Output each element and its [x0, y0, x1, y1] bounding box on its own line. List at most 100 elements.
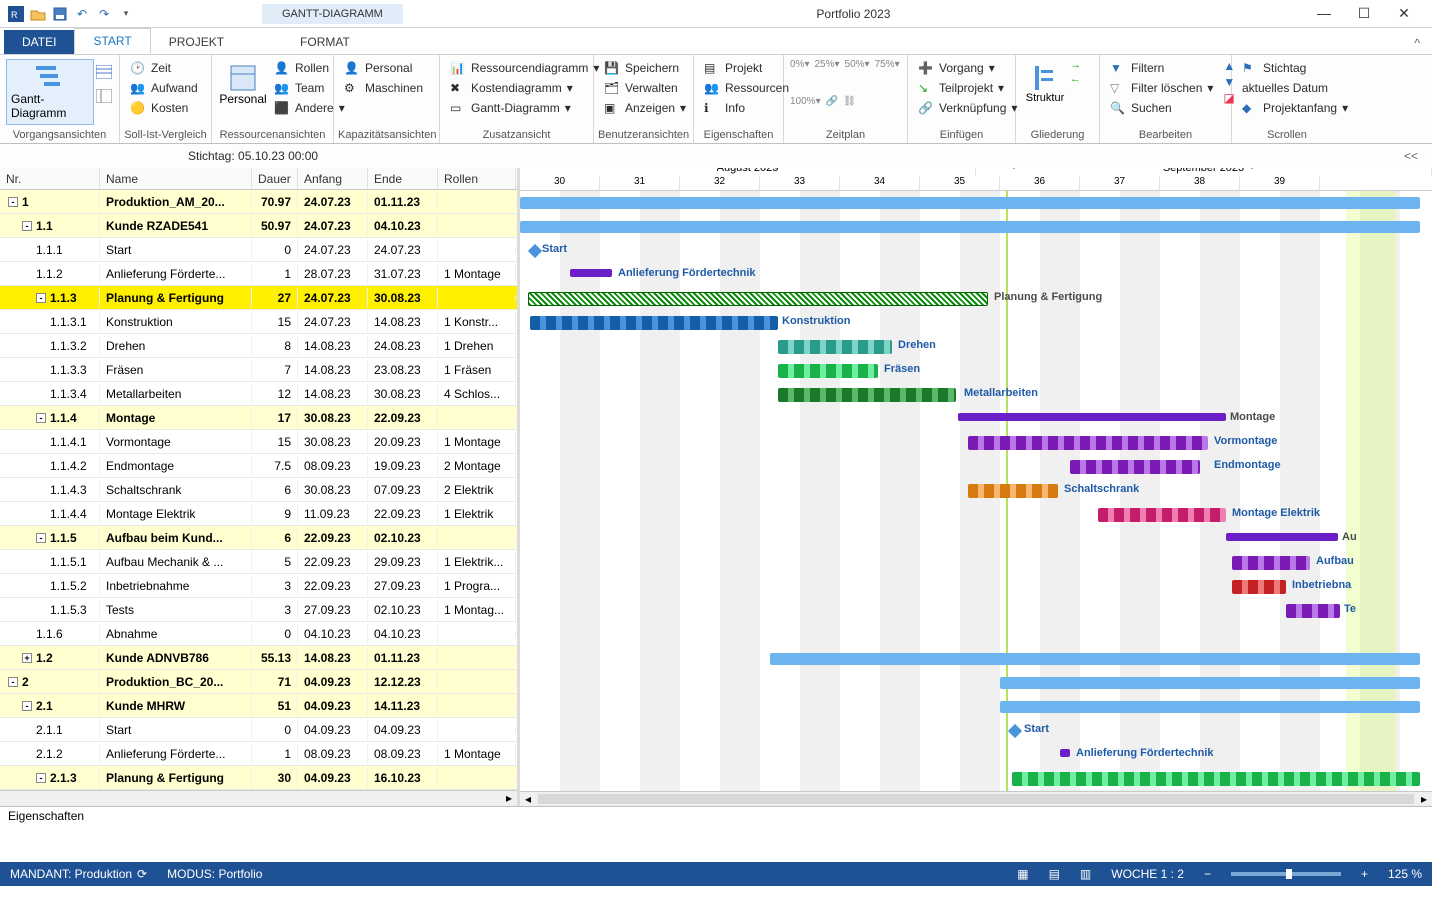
- personal-big-button[interactable]: Personal: [218, 59, 268, 111]
- table-row[interactable]: -1Produktion_AM_20...70.9724.07.2301.11.…: [0, 190, 517, 214]
- aufwand-button[interactable]: 👥Aufwand: [126, 79, 202, 97]
- table-row[interactable]: 1.1.4.2Endmontage7.508.09.2319.09.232 Mo…: [0, 454, 517, 478]
- gantt-bar[interactable]: [968, 484, 1058, 498]
- gantt-bar[interactable]: [1232, 556, 1310, 570]
- suchen-button[interactable]: 🔍Suchen: [1106, 99, 1217, 117]
- col-header-dauer[interactable]: Dauer: [252, 168, 298, 189]
- table-row[interactable]: 1.1.1Start024.07.2324.07.23: [0, 238, 517, 262]
- table-row[interactable]: 1.1.4.1Vormontage1530.08.2320.09.231 Mon…: [0, 430, 517, 454]
- gantt-row[interactable]: Start: [520, 239, 1432, 263]
- gantt-row[interactable]: Konstruktion: [520, 311, 1432, 335]
- gantt-bar[interactable]: [1098, 508, 1226, 522]
- gantt-row[interactable]: [520, 215, 1432, 239]
- unlink-icon[interactable]: ⛓: [843, 96, 856, 107]
- gantt-bar[interactable]: [528, 292, 988, 306]
- close-button[interactable]: ✕: [1384, 5, 1424, 22]
- table-row[interactable]: 1.1.5.1Aufbau Mechanik & ...522.09.2329.…: [0, 550, 517, 574]
- expand-icon[interactable]: -: [8, 677, 18, 687]
- table-row[interactable]: 1.1.5.3Tests327.09.2302.10.231 Montag...: [0, 598, 517, 622]
- table-row[interactable]: 1.1.6Abnahme004.10.2304.10.23: [0, 622, 517, 646]
- gantt-row[interactable]: Start: [520, 719, 1432, 743]
- gantt-row[interactable]: [520, 767, 1432, 791]
- maschinen-button[interactable]: ⚙Maschinen: [340, 79, 427, 97]
- gantt-zusatz-button[interactable]: ▭Gantt-Diagramm ▾: [446, 99, 603, 117]
- table-row[interactable]: -1.1.3Planung & Fertigung2724.07.2330.08…: [0, 286, 517, 310]
- link-icon[interactable]: 🔗: [826, 96, 838, 107]
- milestone-diamond[interactable]: [528, 244, 542, 258]
- expand-icon[interactable]: -: [36, 773, 46, 783]
- table-row[interactable]: 1.1.3.3Fräsen714.08.2323.08.231 Fräsen: [0, 358, 517, 382]
- info-button[interactable]: ℹInfo: [700, 99, 793, 117]
- gantt-bar[interactable]: [1286, 604, 1340, 618]
- gantt-row[interactable]: [520, 671, 1432, 695]
- maximize-button[interactable]: ☐: [1344, 5, 1384, 22]
- view-icon-1[interactable]: ▦: [1017, 867, 1028, 881]
- list-view-icon[interactable]: [96, 89, 112, 103]
- col-header-rollen[interactable]: Rollen: [438, 168, 516, 189]
- table-row[interactable]: -2.1Kunde MHRW5104.09.2314.11.23: [0, 694, 517, 718]
- gantt-row[interactable]: Schaltschrank: [520, 479, 1432, 503]
- tab-datei[interactable]: DATEI: [4, 30, 74, 54]
- table-row[interactable]: -1.1.4Montage1730.08.2322.09.23: [0, 406, 517, 430]
- gantt-bar[interactable]: [1232, 580, 1286, 594]
- col-header-name[interactable]: Name: [100, 168, 252, 189]
- tab-format[interactable]: FORMAT: [282, 30, 368, 54]
- milestone-diamond[interactable]: [1008, 724, 1022, 738]
- gantt-row[interactable]: [520, 647, 1432, 671]
- grid-scroll-right-icon[interactable]: ▸: [501, 791, 517, 806]
- filter-loeschen-button[interactable]: ▽Filter löschen ▾: [1106, 79, 1217, 97]
- gantt-bar[interactable]: [1000, 701, 1420, 713]
- ressourcen-prop-button[interactable]: 👥Ressourcen: [700, 79, 793, 97]
- open-icon[interactable]: [30, 6, 46, 22]
- gantt-scroll-left-icon[interactable]: ◂: [520, 792, 536, 806]
- kostendia-button[interactable]: ✖Kostendiagramm ▾: [446, 79, 603, 97]
- col-header-anfang[interactable]: Anfang: [298, 168, 368, 189]
- gantt-bar[interactable]: [520, 221, 1420, 233]
- struktur-button[interactable]: Struktur: [1022, 59, 1068, 109]
- gantt-row[interactable]: Anlieferung Fördertechnik: [520, 263, 1432, 287]
- table-row[interactable]: 1.1.4.4Montage Elektrik911.09.2322.09.23…: [0, 502, 517, 526]
- verknuepfung-button[interactable]: 🔗Verknüpfung ▾: [914, 99, 1021, 117]
- gantt-bar[interactable]: [1070, 460, 1200, 474]
- gantt-scroll-right-icon[interactable]: ▸: [1416, 792, 1432, 806]
- zeitplan-constraints[interactable]: 0%▾25%▾50%▾75%▾100%▾ 🔗⛓: [784, 55, 907, 127]
- view-icon-2[interactable]: ▤: [1049, 867, 1060, 881]
- expand-icon[interactable]: -: [36, 293, 46, 303]
- zeit-button[interactable]: 🕑Zeit: [126, 59, 202, 77]
- table-row[interactable]: 1.1.3.2Drehen814.08.2324.08.231 Drehen: [0, 334, 517, 358]
- gantt-row[interactable]: Au: [520, 527, 1432, 551]
- grid-view-icon[interactable]: [96, 65, 112, 79]
- gantt-row[interactable]: Anlieferung Fördertechnik: [520, 743, 1432, 767]
- view-icon-3[interactable]: ▥: [1080, 867, 1091, 881]
- gantt-row[interactable]: Endmontage: [520, 455, 1432, 479]
- table-row[interactable]: 1.1.2Anlieferung Förderte...128.07.2331.…: [0, 262, 517, 286]
- ribbon-collapse-icon[interactable]: ^: [1402, 32, 1432, 54]
- table-row[interactable]: 1.1.3.1Konstruktion1524.07.2314.08.231 K…: [0, 310, 517, 334]
- minimize-button[interactable]: —: [1304, 5, 1344, 22]
- gantt-bar[interactable]: [778, 340, 892, 354]
- gantt-bar[interactable]: [520, 197, 1420, 209]
- aktuell-button[interactable]: aktuelles Datum: [1238, 79, 1352, 97]
- gantt-row[interactable]: Montage Elektrik: [520, 503, 1432, 527]
- stichtag-button[interactable]: ⚑Stichtag: [1238, 59, 1352, 77]
- expand-icon[interactable]: -: [22, 701, 32, 711]
- speichern-button[interactable]: 💾Speichern: [600, 59, 690, 77]
- gantt-bar[interactable]: [530, 316, 778, 330]
- expand-icon[interactable]: -: [22, 221, 32, 231]
- zoom-in-icon[interactable]: +: [1361, 867, 1368, 881]
- gantt-row[interactable]: Te: [520, 599, 1432, 623]
- personal-cap-button[interactable]: 👤Personal: [340, 59, 427, 77]
- table-row[interactable]: 1.1.5.2Inbetriebnahme322.09.2327.09.231 …: [0, 574, 517, 598]
- gantt-bar[interactable]: [570, 269, 612, 277]
- redo-icon[interactable]: ↷: [96, 6, 112, 22]
- filtern-button[interactable]: ▼Filtern: [1106, 59, 1217, 77]
- eigenschaften-panel-header[interactable]: Eigenschaften: [0, 806, 1432, 826]
- table-row[interactable]: 2.1.2Anlieferung Förderte...108.09.2308.…: [0, 742, 517, 766]
- refresh-icon[interactable]: ⟳: [137, 867, 147, 881]
- table-row[interactable]: 1.1.4.3Schaltschrank630.08.2307.09.232 E…: [0, 478, 517, 502]
- undo-icon[interactable]: ↶: [74, 6, 90, 22]
- gantt-diagramm-button[interactable]: Gantt-Diagramm: [6, 59, 94, 125]
- expand-icon[interactable]: -: [36, 533, 46, 543]
- gantt-bar[interactable]: [778, 364, 878, 378]
- gantt-bar[interactable]: [1012, 772, 1420, 786]
